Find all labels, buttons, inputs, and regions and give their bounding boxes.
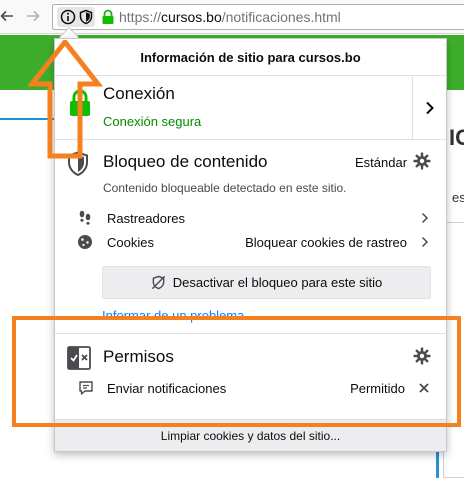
annotation-highlight-box	[12, 316, 461, 427]
url-text[interactable]: https://cursos.bo/notificaciones.html	[119, 9, 341, 25]
annotation-arrow	[28, 40, 104, 159]
forward-button[interactable]	[22, 5, 44, 27]
content-blocking-section: Bloqueo de contenido Estándar Contenido …	[55, 140, 446, 334]
cookies-label: Cookies	[107, 234, 154, 250]
disable-blocking-button[interactable]: Desactivar el bloqueo para este sitio	[102, 266, 431, 299]
arrow-left-icon	[0, 10, 13, 22]
connection-title: Conexión	[103, 84, 175, 103]
footprints-icon	[77, 210, 93, 226]
url-path: /notificaciones.html	[221, 9, 341, 25]
url-bar[interactable]: https://cursos.bo/notificaciones.html	[52, 4, 464, 30]
tracking-shield-icon[interactable]	[77, 8, 95, 26]
content-blocking-description: Contenido bloqueable detectado en este s…	[103, 181, 347, 195]
gear-icon[interactable]	[413, 152, 431, 170]
url-prefix: https://	[119, 9, 162, 25]
trackers-label: Rastreadores	[107, 210, 186, 226]
cookie-icon	[77, 234, 93, 250]
clear-cookies-label: Limpiar cookies y datos del sitio...	[160, 428, 341, 443]
url-host: cursos.bo	[161, 9, 222, 25]
panel-title: Información de sitio para cursos.bo	[55, 39, 446, 76]
page-text-fragment: es	[452, 190, 464, 205]
connection-status: Conexión segura	[103, 114, 202, 129]
shield-off-icon	[151, 275, 167, 291]
back-button[interactable]	[0, 5, 18, 27]
chevron-right-icon	[415, 212, 429, 224]
cookies-value: Bloquear cookies de rastreo	[245, 234, 407, 250]
content-blocking-title: Bloqueo de contenido	[103, 152, 268, 171]
connection-details-button[interactable]	[412, 76, 446, 139]
chevron-right-icon	[415, 236, 429, 248]
page-heading-fragment: IC	[449, 125, 464, 150]
blocking-level: Estándar	[355, 155, 408, 170]
chevron-right-icon	[425, 101, 434, 114]
trackers-row[interactable]: Rastreadores	[77, 208, 429, 228]
disable-blocking-label: Desactivar el bloqueo para este sitio	[172, 275, 383, 290]
cookies-row[interactable]: Cookies Bloquear cookies de rastreo	[77, 232, 429, 252]
info-icon[interactable]	[59, 8, 77, 26]
connection-section: Conexión Conexión segura	[55, 76, 446, 140]
arrow-right-icon	[27, 10, 40, 22]
lock-icon	[99, 8, 117, 26]
